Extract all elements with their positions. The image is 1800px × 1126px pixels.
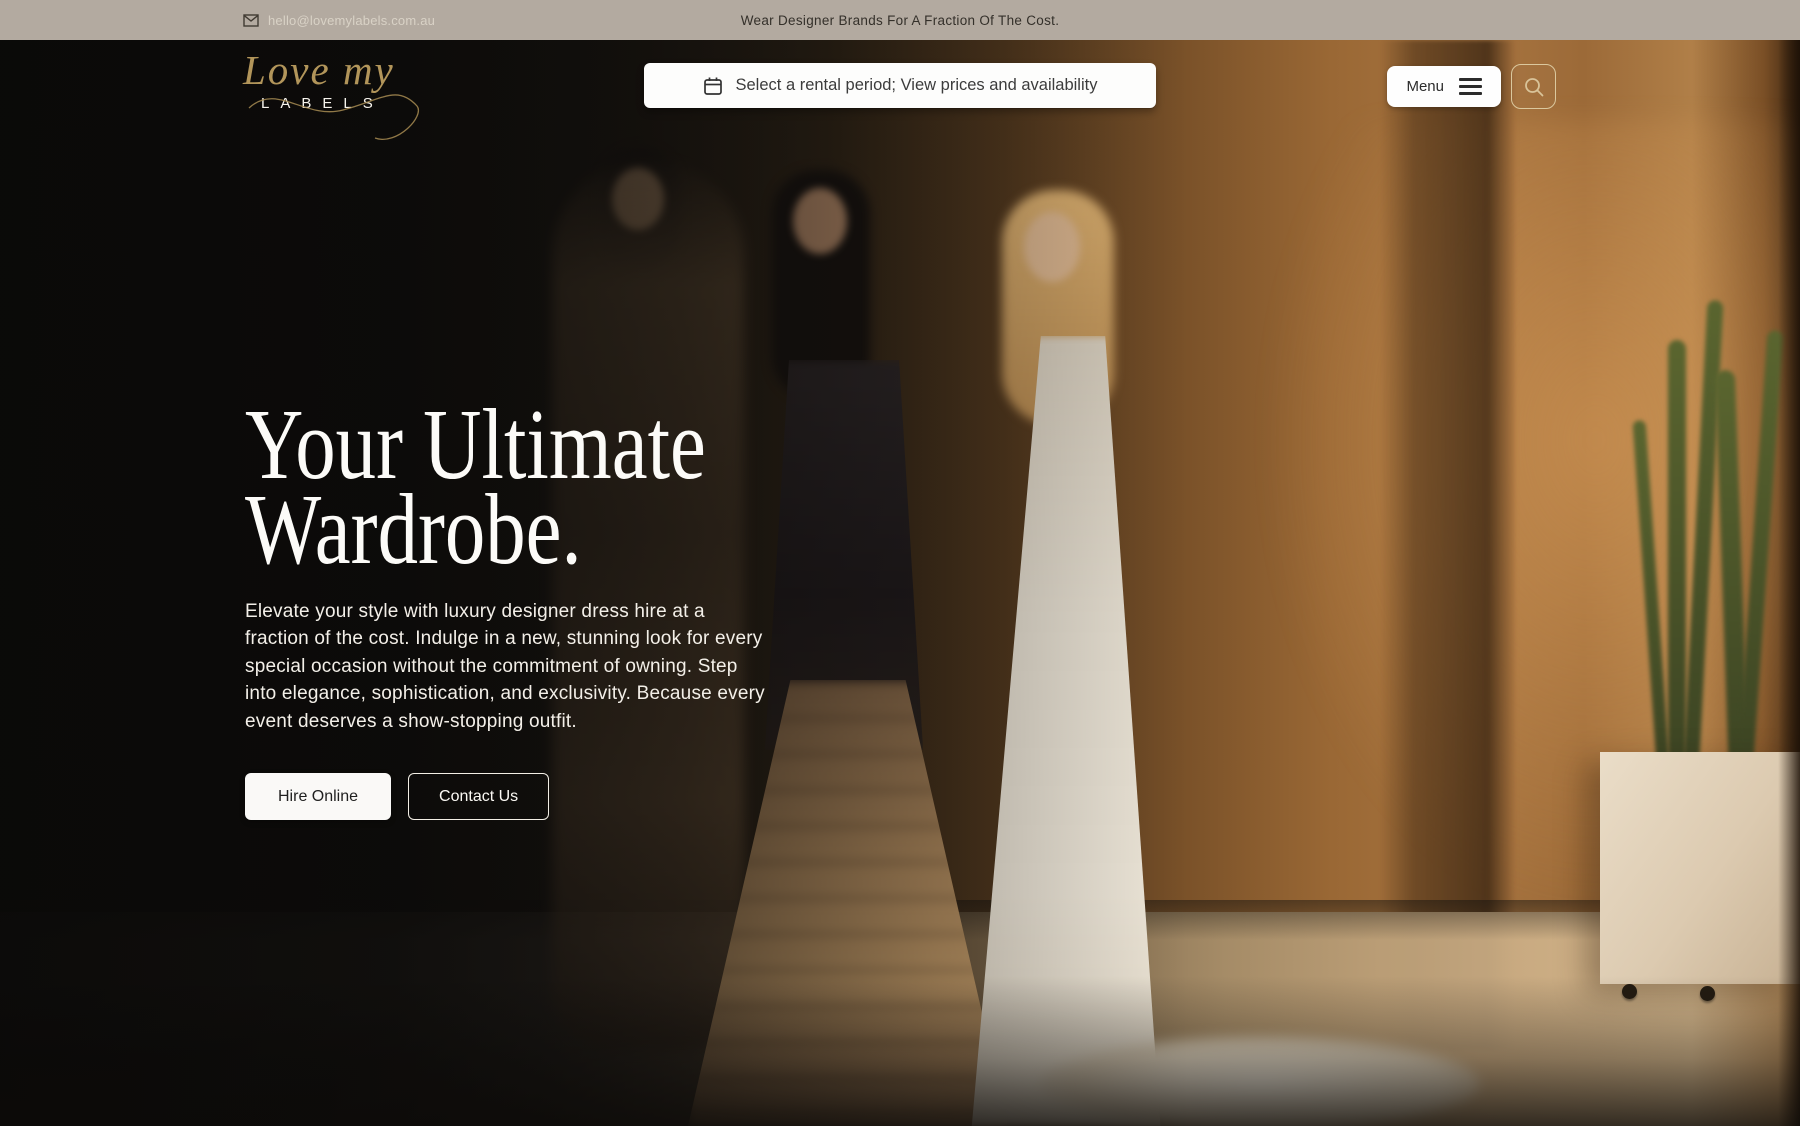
model-center-hair — [772, 170, 870, 400]
menu-button[interactable]: Menu — [1387, 66, 1501, 107]
hero-description: Elevate your style with luxury designer … — [245, 598, 773, 736]
topbar: hello@lovemylabels.com.au Wear Designer … — [0, 0, 1800, 40]
wall-light-glow — [1260, 120, 1800, 920]
hero-section: Love my LABELS Select a rental period; V… — [0, 40, 1800, 1126]
hero-content: Your Ultimate Wardrobe. Elevate your sty… — [245, 388, 845, 820]
page-title: Your Ultimate Wardrobe. — [245, 388, 725, 572]
envelope-icon — [243, 14, 259, 27]
mannequin-left-hair — [600, 148, 680, 268]
plant-stem — [1682, 300, 1723, 780]
email-text: hello@lovemylabels.com.au — [268, 13, 435, 28]
menu-label: Menu — [1406, 78, 1444, 95]
search-icon — [1523, 76, 1545, 98]
plant-stem — [1736, 330, 1783, 780]
wall-corner-pillar — [1380, 40, 1515, 1050]
email-link[interactable]: hello@lovemylabels.com.au — [243, 0, 435, 40]
plant-stem — [1668, 340, 1686, 780]
plant-stem — [1715, 370, 1749, 780]
hire-online-button[interactable]: Hire Online — [245, 773, 391, 820]
floor-shadow — [0, 900, 1800, 940]
rental-period-label: Select a rental period; View prices and … — [736, 76, 1098, 95]
title-line-2: Wardrobe. — [245, 473, 582, 585]
rental-period-button[interactable]: Select a rental period; View prices and … — [644, 63, 1156, 108]
bottom-vignette — [0, 976, 1800, 1126]
model-right-hair — [1002, 190, 1114, 425]
header-actions: Menu — [1387, 64, 1556, 109]
topbar-tagline: Wear Designer Brands For A Fraction Of T… — [741, 0, 1060, 40]
model-right-white-gown — [958, 336, 1188, 1126]
contact-us-button[interactable]: Contact Us — [408, 773, 549, 820]
search-button[interactable] — [1511, 64, 1556, 109]
planter-wheel — [1700, 986, 1715, 1001]
floor — [0, 912, 1800, 1126]
right-shadow-edge — [1778, 40, 1800, 1126]
site-header: Love my LABELS Select a rental period; V… — [0, 40, 1800, 152]
cta-row: Hire Online Contact Us — [245, 773, 845, 820]
planter-wheel — [1622, 984, 1637, 999]
model-center-head — [793, 188, 847, 254]
model-right-gown-train — [1040, 1036, 1480, 1126]
planter-box — [1600, 752, 1800, 984]
calendar-icon — [703, 76, 723, 96]
hamburger-icon — [1459, 78, 1482, 95]
plant-stem — [1632, 420, 1670, 780]
mannequin-left-head — [612, 168, 664, 230]
logo[interactable]: Love my LABELS — [243, 50, 433, 112]
model-right-head — [1024, 212, 1080, 282]
logo-flourish — [247, 80, 437, 150]
